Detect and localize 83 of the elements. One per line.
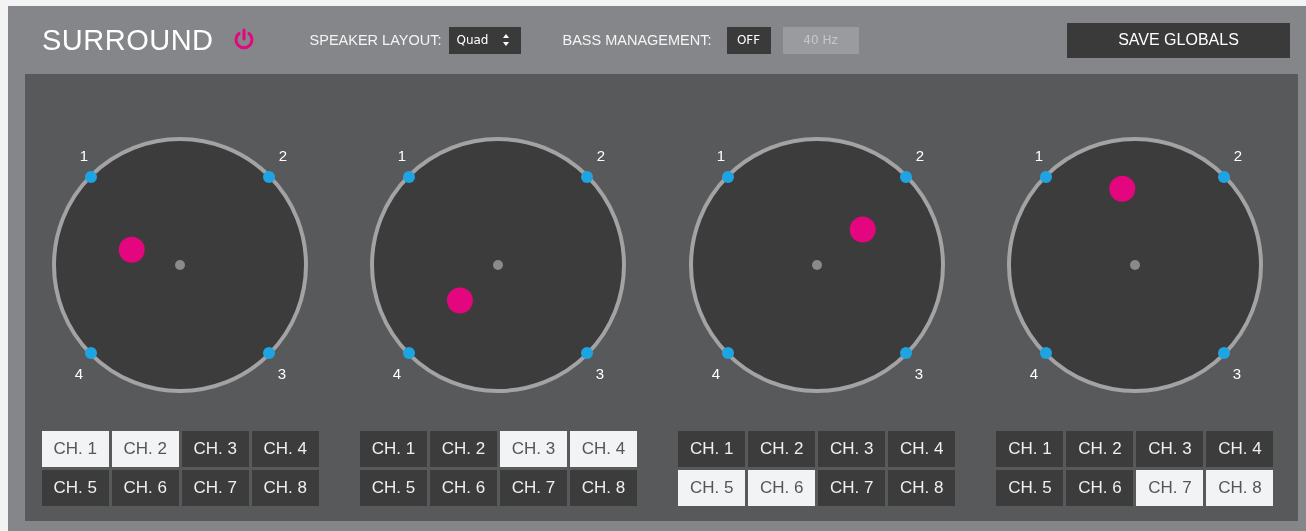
- channel-button[interactable]: CH. 6: [111, 470, 179, 506]
- app-title: SURROUND: [42, 23, 214, 57]
- position-puck[interactable]: [118, 236, 145, 263]
- panner-circle[interactable]: [370, 137, 627, 393]
- speaker-dot: [581, 171, 594, 183]
- speaker-layout-select[interactable]: Quad: [449, 26, 522, 54]
- channel-button[interactable]: CH. 7: [1136, 470, 1204, 506]
- channel-button[interactable]: CH. 4: [569, 431, 637, 467]
- speaker-dot: [85, 347, 98, 359]
- position-puck[interactable]: [1109, 175, 1136, 202]
- position-puck[interactable]: [447, 287, 474, 314]
- channel-button[interactable]: CH. 3: [818, 431, 886, 467]
- channel-button[interactable]: CH. 7: [181, 470, 249, 506]
- bass-management-label: BASS MANAGEMENT:: [562, 32, 712, 48]
- center-dot: [493, 260, 504, 270]
- channel-button[interactable]: CH. 8: [1206, 470, 1274, 506]
- channel-button[interactable]: CH. 2: [429, 431, 497, 467]
- speaker-number: 3: [914, 364, 923, 382]
- speaker-layout-label: SPEAKER LAYOUT:: [309, 32, 442, 48]
- speaker-dot: [403, 347, 416, 359]
- speaker-dot: [1039, 171, 1052, 183]
- speaker-number: 3: [596, 364, 605, 382]
- speaker-dot: [899, 347, 912, 359]
- speaker-number: 1: [1034, 146, 1044, 164]
- center-dot: [811, 260, 822, 270]
- speaker-number: 4: [1029, 364, 1039, 382]
- channel-button[interactable]: CH. 8: [888, 470, 956, 506]
- channel-button[interactable]: CH. 1: [996, 431, 1064, 467]
- channel-button[interactable]: CH. 5: [678, 470, 746, 506]
- speaker-dot: [721, 347, 734, 359]
- center-dot: [1129, 260, 1140, 270]
- speaker-number: 1: [716, 146, 725, 164]
- speaker-dot: [581, 347, 594, 359]
- bass-toggle-button[interactable]: OFF: [726, 26, 771, 54]
- speaker-dot: [263, 171, 276, 183]
- channel-button[interactable]: CH. 8: [569, 470, 637, 506]
- panner-circle[interactable]: [688, 137, 945, 393]
- panner-circle[interactable]: [1006, 137, 1263, 393]
- speaker-number: 4: [711, 364, 720, 382]
- speaker-dot: [1217, 347, 1230, 359]
- channel-button[interactable]: CH. 1: [359, 431, 427, 467]
- speaker-number: 2: [597, 146, 606, 164]
- channel-button[interactable]: CH. 5: [996, 470, 1064, 506]
- channel-button[interactable]: CH. 4: [888, 431, 956, 467]
- speaker-dot: [1217, 171, 1230, 183]
- updown-icon: [502, 33, 511, 47]
- speaker-dot: [721, 171, 734, 183]
- speaker-number: 3: [277, 364, 287, 382]
- channel-button[interactable]: CH. 4: [251, 431, 319, 467]
- channel-button[interactable]: CH. 1: [41, 431, 109, 467]
- channel-button[interactable]: CH. 1: [678, 431, 746, 467]
- channel-button[interactable]: CH. 6: [429, 470, 497, 506]
- channel-button[interactable]: CH. 6: [748, 470, 816, 506]
- speaker-number: 3: [1232, 364, 1242, 382]
- speaker-number: 4: [393, 364, 402, 382]
- channel-button[interactable]: CH. 5: [359, 470, 427, 506]
- channel-button[interactable]: CH. 2: [748, 431, 816, 467]
- channel-button[interactable]: CH. 7: [818, 470, 886, 506]
- speaker-number: 4: [74, 364, 84, 382]
- speaker-number: 1: [398, 146, 407, 164]
- channel-button[interactable]: CH. 2: [1066, 431, 1134, 467]
- center-dot: [175, 260, 186, 270]
- panner-circle[interactable]: [52, 137, 309, 393]
- channel-button[interactable]: CH. 3: [499, 431, 567, 467]
- speaker-number: 2: [915, 146, 924, 164]
- channel-button[interactable]: CH. 2: [111, 431, 179, 467]
- channel-button[interactable]: CH. 3: [181, 431, 249, 467]
- channel-button[interactable]: CH. 4: [1206, 431, 1274, 467]
- speaker-dot: [85, 171, 98, 183]
- speaker-dot: [263, 347, 276, 359]
- save-globals-button[interactable]: SAVE GLOBALS: [1067, 22, 1290, 58]
- speaker-number: 2: [1233, 146, 1243, 164]
- position-puck[interactable]: [849, 216, 876, 243]
- channel-button[interactable]: CH. 7: [499, 470, 567, 506]
- speaker-dot: [403, 171, 416, 183]
- channel-button[interactable]: CH. 8: [251, 470, 319, 506]
- speaker-dot: [1039, 347, 1052, 359]
- speaker-dot: [899, 171, 912, 183]
- channel-button[interactable]: CH. 3: [1136, 431, 1204, 467]
- channel-button[interactable]: CH. 5: [41, 470, 109, 506]
- speaker-number: 2: [278, 146, 288, 164]
- channel-button[interactable]: CH. 6: [1066, 470, 1134, 506]
- speaker-number: 1: [79, 146, 89, 164]
